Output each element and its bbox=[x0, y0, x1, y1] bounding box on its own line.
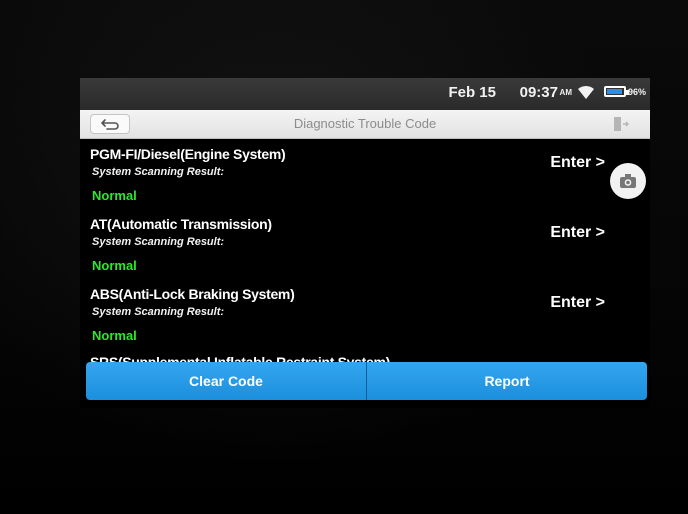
scan-result-value: Normal bbox=[92, 328, 137, 343]
enter-button[interactable]: Enter > bbox=[550, 224, 605, 242]
screenshot-button[interactable] bbox=[610, 163, 646, 199]
battery-icon bbox=[604, 86, 629, 97]
scan-result-label: System Scanning Result: bbox=[92, 306, 225, 318]
action-bar: Clear Code Report bbox=[86, 362, 648, 400]
device-screen: Feb 15 09:37 AM 96% Diagnostic Trouble C… bbox=[80, 78, 650, 408]
system-name: PGM-FI/Diesel(Engine System) bbox=[90, 146, 286, 162]
enter-button[interactable]: Enter > bbox=[550, 294, 605, 312]
scan-result-label: System Scanning Result: bbox=[92, 236, 225, 248]
system-name: SRS(Supplemental Inflatable Restraint Sy… bbox=[90, 354, 391, 362]
scan-result-value: Normal bbox=[92, 188, 137, 203]
system-name: AT(Automatic Transmission) bbox=[90, 216, 272, 232]
status-time: 09:37 bbox=[519, 84, 558, 101]
system-name: ABS(Anti-Lock Braking System) bbox=[90, 286, 295, 302]
battery-fill bbox=[607, 89, 623, 94]
list-item[interactable]: SRS(Supplemental Inflatable Restraint Sy… bbox=[80, 350, 650, 362]
exit-icon bbox=[614, 117, 629, 131]
status-bar: Feb 15 09:37 AM 96% bbox=[80, 78, 650, 110]
status-ampm: AM bbox=[559, 88, 572, 97]
list-item[interactable]: AT(Automatic Transmission) System Scanni… bbox=[80, 210, 650, 278]
report-button[interactable]: Report bbox=[367, 362, 647, 400]
battery-percent: 96% bbox=[627, 87, 646, 97]
title-bar: Diagnostic Trouble Code bbox=[80, 110, 650, 139]
scan-result-value: Normal bbox=[92, 258, 137, 273]
scan-result-label: System Scanning Result: bbox=[92, 166, 225, 178]
wifi-icon bbox=[576, 83, 596, 101]
list-item[interactable]: ABS(Anti-Lock Braking System) System Sca… bbox=[80, 280, 650, 348]
status-date: Feb 15 bbox=[448, 84, 496, 101]
list-item[interactable]: PGM-FI/Diesel(Engine System) System Scan… bbox=[80, 140, 650, 208]
clear-code-button[interactable]: Clear Code bbox=[86, 362, 366, 400]
enter-button[interactable]: Enter > bbox=[550, 154, 605, 172]
system-list: PGM-FI/Diesel(Engine System) System Scan… bbox=[80, 140, 650, 362]
page-title: Diagnostic Trouble Code bbox=[293, 116, 437, 131]
camera-icon bbox=[620, 174, 636, 188]
exit-button[interactable] bbox=[602, 113, 638, 135]
